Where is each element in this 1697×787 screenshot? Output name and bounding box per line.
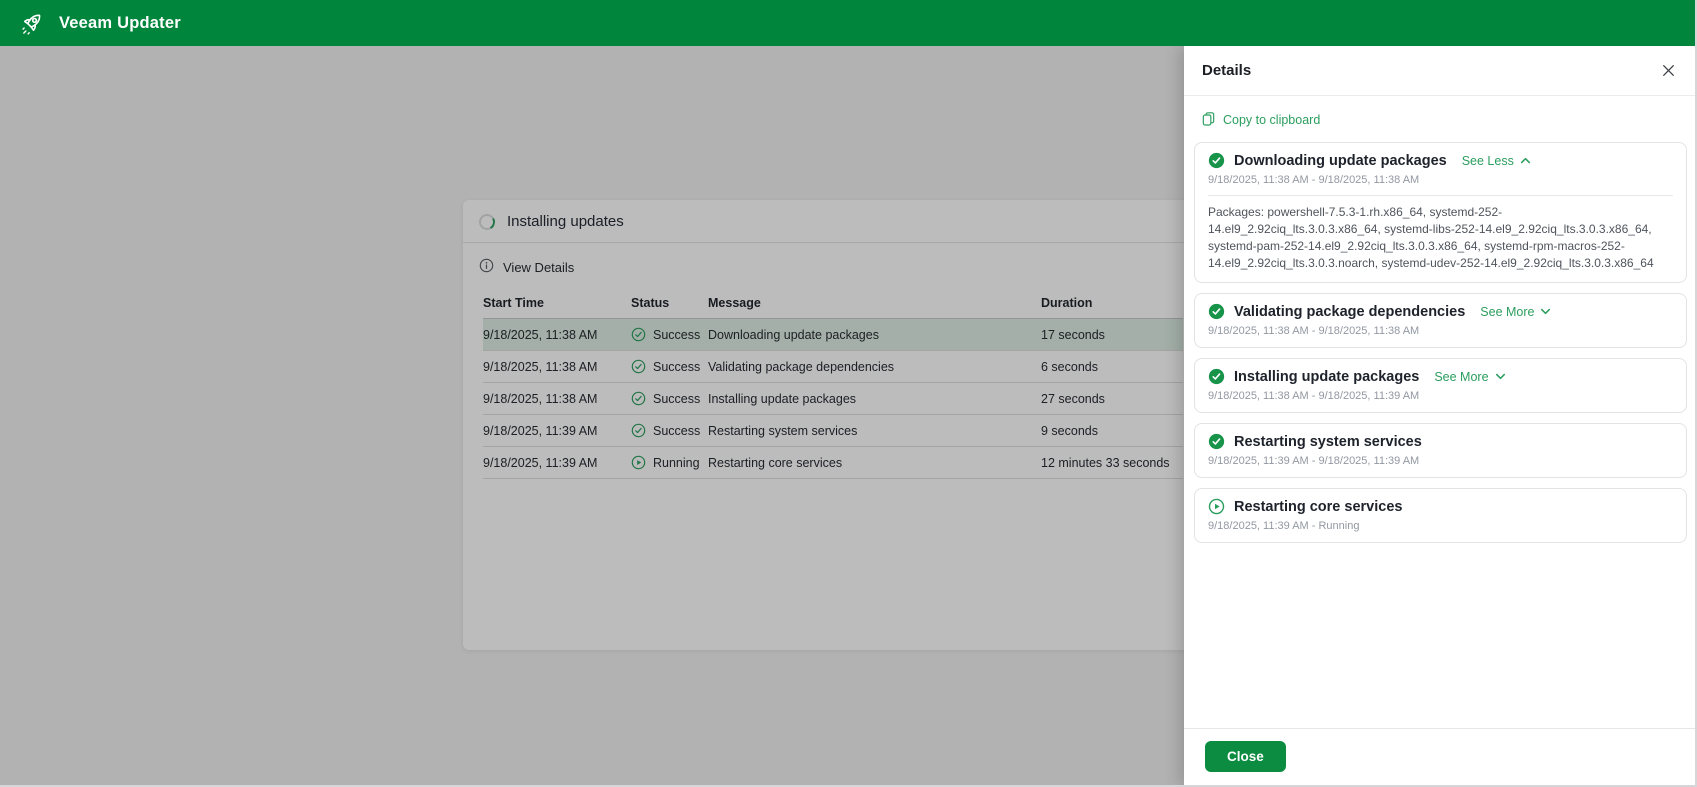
step-packages-text: Packages: powershell-7.5.3-1.rh.x86_64, …	[1208, 205, 1654, 271]
status-icon	[1208, 368, 1225, 385]
see-toggle-link[interactable]: See More	[1434, 370, 1506, 384]
details-panel-body: Copy to clipboard Downloading update pac…	[1184, 111, 1697, 544]
chevron-icon	[1520, 157, 1530, 164]
detail-steps-list: Downloading update packages See Less 9/1…	[1194, 142, 1687, 544]
app-title: Veeam Updater	[59, 13, 181, 32]
detail-step-card: Restarting system services 9/18/2025, 11…	[1194, 423, 1687, 479]
app-header: Veeam Updater	[0, 0, 1697, 46]
divider	[1208, 195, 1673, 196]
step-time-range: 9/18/2025, 11:39 AM - Running	[1208, 520, 1360, 533]
detail-step-card: Downloading update packages See Less 9/1…	[1194, 142, 1687, 284]
status-icon	[1208, 303, 1225, 320]
status-icon	[1208, 152, 1225, 169]
close-button[interactable]: Close	[1205, 741, 1286, 772]
details-panel-footer: Close	[1184, 728, 1697, 787]
step-time-range: 9/18/2025, 11:38 AM - 9/18/2025, 11:38 A…	[1208, 325, 1420, 338]
step-title: Restarting system services	[1234, 433, 1422, 450]
see-toggle-link[interactable]: See More	[1480, 305, 1552, 319]
close-icon[interactable]	[1654, 56, 1683, 85]
detail-step-card: Validating package dependencies See More…	[1194, 293, 1687, 349]
detail-step-card: Restarting core services 9/18/2025, 11:3…	[1194, 488, 1687, 544]
step-time-range: 9/18/2025, 11:39 AM - 9/18/2025, 11:39 A…	[1208, 455, 1420, 468]
step-title: Downloading update packages	[1234, 152, 1447, 169]
step-title: Restarting core services	[1234, 498, 1403, 515]
main-area: Installing updates View Details Start Ti…	[0, 46, 1697, 787]
step-time-range: 9/18/2025, 11:38 AM - 9/18/2025, 11:39 A…	[1208, 390, 1420, 403]
copy-to-clipboard-label: Copy to clipboard	[1223, 113, 1321, 127]
see-toggle-label: See More	[1434, 369, 1489, 384]
chevron-icon	[1495, 373, 1505, 380]
see-toggle-link[interactable]: See Less	[1462, 154, 1532, 168]
copy-to-clipboard-button[interactable]: Copy to clipboard	[1201, 111, 1320, 129]
step-title: Installing update packages	[1234, 368, 1420, 385]
details-panel-header: Details	[1184, 46, 1697, 95]
status-icon	[1208, 433, 1225, 450]
rocket-icon	[20, 10, 46, 36]
divider	[1184, 95, 1697, 96]
copy-icon	[1201, 111, 1216, 129]
step-title: Validating package dependencies	[1234, 303, 1466, 320]
details-panel-title: Details	[1202, 62, 1252, 79]
details-panel: Details Copy to clipboard Downloading up…	[1184, 46, 1697, 787]
chevron-icon	[1541, 308, 1551, 315]
detail-step-card: Installing update packages See More 9/18…	[1194, 358, 1687, 414]
status-icon	[1208, 498, 1225, 515]
see-toggle-label: See More	[1480, 304, 1535, 319]
step-time-range: 9/18/2025, 11:38 AM - 9/18/2025, 11:38 A…	[1208, 174, 1420, 186]
see-toggle-label: See Less	[1461, 153, 1514, 168]
